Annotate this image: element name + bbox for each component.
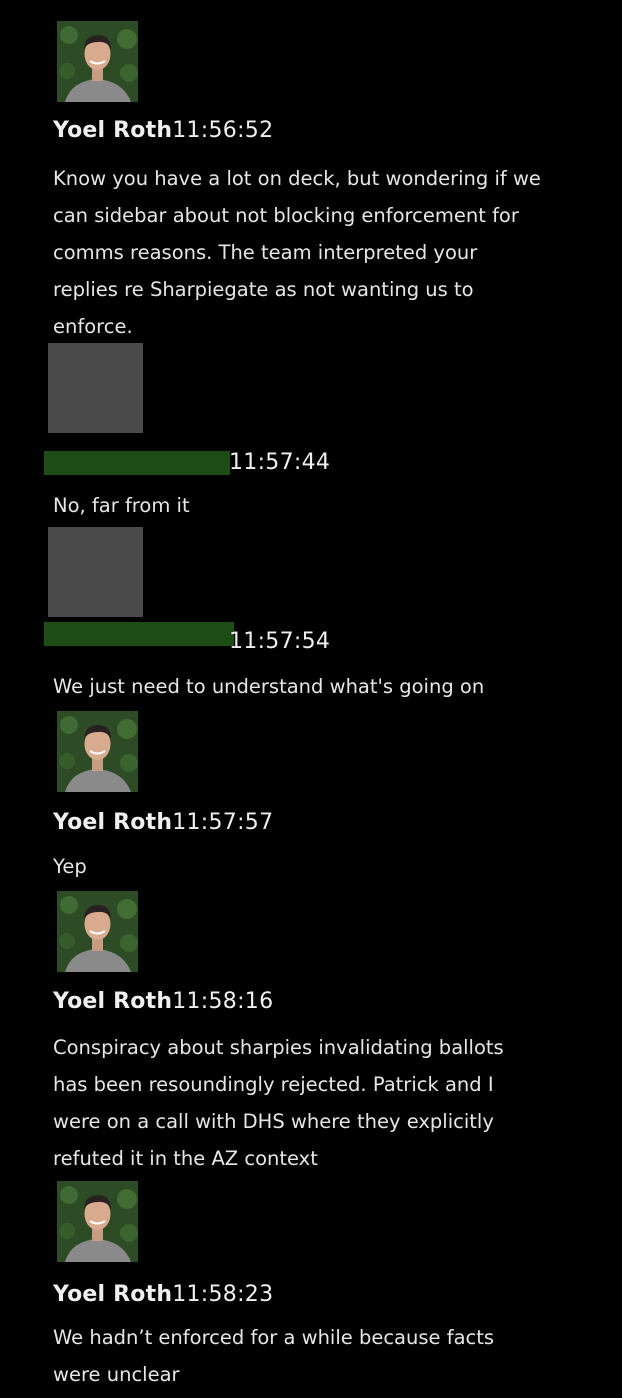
author-name[interactable]: Yoel Roth [53,810,172,835]
message-timestamp: 11:58:23 [172,1282,274,1307]
message-text: Know you have a lot on deck, but wonderi… [53,167,541,338]
avatar[interactable] [57,1181,138,1262]
avatar[interactable] [57,21,138,102]
avatar[interactable] [57,891,138,972]
profile-photo-icon [57,711,138,792]
avatar-placeholder[interactable] [48,527,143,617]
message-text: Conspiracy about sharpies invalidating b… [53,1036,504,1170]
message-header: Yoel Roth11:58:16 [53,986,273,1018]
message-timestamp: 11:57:44 [229,450,331,475]
profile-photo-icon [57,891,138,972]
profile-photo-icon [57,21,138,102]
message-header: Yoel Roth11:56:52 [53,115,273,147]
message-header: Yoel Roth11:58:23 [53,1279,273,1311]
profile-photo-icon [57,1181,138,1262]
author-name[interactable]: Yoel Roth [53,1282,172,1307]
avatar-placeholder[interactable] [48,343,143,433]
message-text: Yep [53,855,87,878]
message-timestamp: 11:57:54 [229,629,331,654]
message-timestamp: 11:57:57 [172,810,274,835]
redacted-name [44,451,230,475]
message-text: No, far from it [53,494,190,517]
message-text: We just need to understand what's going … [53,675,485,698]
message-timestamp: 11:58:16 [172,989,274,1014]
message-header: Yoel Roth11:57:57 [53,807,273,839]
message-text: We hadn’t enforced for a while because f… [53,1326,495,1386]
avatar[interactable] [57,711,138,792]
author-name[interactable]: Yoel Roth [53,989,172,1014]
author-name[interactable]: Yoel Roth [53,118,172,143]
message-timestamp: 11:56:52 [172,118,274,143]
redacted-name [44,622,234,646]
